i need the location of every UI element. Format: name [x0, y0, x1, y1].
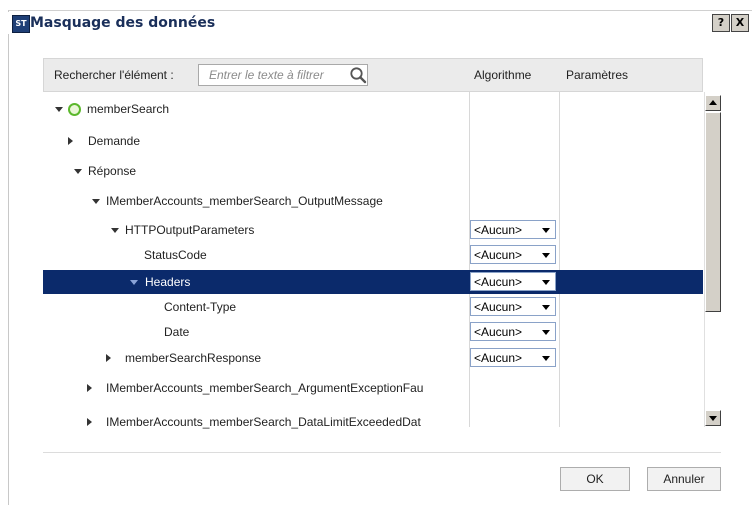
algorithm-value: <Aucun> [474, 248, 523, 262]
status-ok-icon [68, 103, 81, 116]
algorithm-value: <Aucun> [474, 300, 523, 314]
tree-row-label: Demande [88, 134, 141, 148]
tree-row-reponse[interactable]: Réponse [43, 159, 703, 183]
scroll-down-button[interactable] [705, 410, 721, 426]
dropdown-arrow-icon [542, 305, 550, 310]
scroll-up-button[interactable] [705, 95, 721, 111]
dropdown-arrow-icon [542, 356, 550, 361]
dropdown-arrow-icon [542, 228, 550, 233]
chevron-right-icon[interactable] [68, 137, 73, 145]
chevron-right-icon[interactable] [87, 418, 92, 426]
tree-row-statuscode[interactable]: StatusCode <Aucun> [43, 243, 703, 267]
search-label: Rechercher l'élément : [54, 68, 174, 82]
dropdown-arrow-icon [542, 253, 550, 258]
algorithm-value: <Aucun> [474, 325, 523, 339]
algorithm-value: <Aucun> [474, 351, 523, 365]
tree-row-label: memberSearchResponse [125, 351, 262, 365]
tree-row-demande[interactable]: Demande [43, 129, 703, 153]
dialog-title: Masquage des données [30, 15, 216, 31]
algorithm-select[interactable]: <Aucun> [470, 348, 556, 367]
tree-row-label: IMemberAccounts_memberSearch_OutputMessa… [106, 194, 383, 208]
algorithm-select[interactable]: <Aucun> [470, 297, 556, 316]
chevron-down-icon[interactable] [92, 199, 100, 204]
tree-row-label: Date [164, 325, 190, 339]
column-header-algorithm: Algorithme [474, 68, 532, 82]
tree-row-outputmessage[interactable]: IMemberAccounts_memberSearch_OutputMessa… [43, 189, 703, 213]
background-window-strip [0, 0, 752, 11]
tree-row-datalimitexceeded[interactable]: IMemberAccounts_memberSearch_DataLimitEx… [43, 410, 703, 434]
algorithm-select[interactable]: <Aucun> [470, 272, 556, 291]
algorithm-value: <Aucun> [474, 223, 523, 237]
chevron-right-icon[interactable] [106, 354, 111, 362]
tree-row-membersearchresponse[interactable]: memberSearchResponse <Aucun> [43, 346, 703, 370]
arrow-down-icon [709, 416, 717, 421]
tree-row-headers[interactable]: Headers <Aucun> [43, 270, 703, 294]
tree-row-label: Réponse [88, 164, 137, 178]
tree-row-content-type[interactable]: Content-Type <Aucun> [43, 295, 703, 319]
tree-row-label: HTTPOutputParameters [125, 223, 255, 237]
algorithm-select[interactable]: <Aucun> [470, 322, 556, 341]
tree-row-label: Headers [145, 275, 191, 289]
help-button[interactable]: ? [712, 14, 730, 32]
ok-button[interactable]: OK [560, 467, 630, 491]
search-icon[interactable] [349, 66, 367, 84]
scroll-thumb[interactable] [705, 112, 721, 312]
tree-row-date[interactable]: Date <Aucun> [43, 320, 703, 344]
tree-row-label: memberSearch [87, 102, 170, 116]
tree-row-httpoutputparameters[interactable]: HTTPOutputParameters <Aucun> [43, 218, 703, 242]
dropdown-arrow-icon [542, 330, 550, 335]
chevron-down-icon[interactable] [55, 107, 63, 112]
cancel-button[interactable]: Annuler [647, 467, 721, 491]
app-logo-icon: ST [12, 15, 30, 33]
tree-row-label: IMemberAccounts_memberSearch_ArgumentExc… [106, 381, 424, 395]
tree-row-argumentexception[interactable]: IMemberAccounts_memberSearch_ArgumentExc… [43, 376, 703, 400]
tree-row-label: IMemberAccounts_memberSearch_DataLimitEx… [106, 415, 421, 429]
algorithm-select[interactable]: <Aucun> [470, 245, 556, 264]
dropdown-arrow-icon [542, 280, 550, 285]
tree-row-membersearch[interactable]: memberSearch [43, 97, 703, 121]
search-input[interactable]: Entrer le texte à filtrer [198, 64, 368, 86]
footer-separator [43, 452, 721, 453]
tree-row-label: StatusCode [144, 248, 207, 262]
chevron-down-icon[interactable] [130, 280, 138, 285]
arrow-up-icon [709, 100, 717, 105]
chevron-right-icon[interactable] [87, 384, 92, 392]
algorithm-value: <Aucun> [474, 275, 523, 289]
algorithm-select[interactable]: <Aucun> [470, 220, 556, 239]
tree-row-label: Content-Type [164, 300, 237, 314]
chevron-down-icon[interactable] [111, 228, 119, 233]
chevron-down-icon[interactable] [74, 169, 82, 174]
column-header-parameters: Paramètres [566, 68, 629, 82]
background-window-edge [0, 10, 9, 505]
close-button[interactable]: X [731, 14, 749, 32]
